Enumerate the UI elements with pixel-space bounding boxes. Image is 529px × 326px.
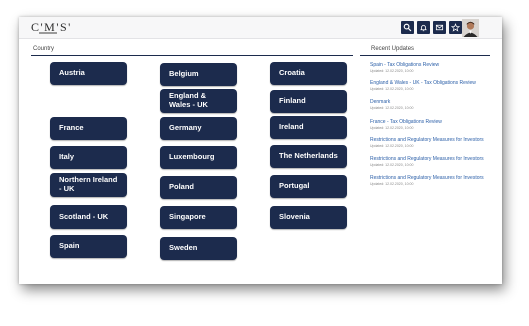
update-item[interactable]: Denmark Updated: 12.02.2020, 10:00	[370, 99, 495, 110]
update-meta: Updated: 12.02.2020, 10:00	[370, 182, 414, 186]
country-button-ireland[interactable]: Ireland	[270, 116, 347, 139]
country-button-luxembourg[interactable]: Luxembourg	[160, 146, 237, 169]
country-section-label: Country	[33, 46, 55, 52]
user-avatar[interactable]	[462, 19, 479, 37]
app-window: C'M'S' Country Recent Updates Austria Fr…	[19, 17, 502, 284]
update-meta: Updated: 12.02.2020, 10:00	[370, 87, 414, 91]
country-button-spain[interactable]: Spain	[50, 235, 127, 258]
top-bar: C'M'S'	[19, 17, 502, 39]
update-title[interactable]: Spain - Tax Obligations Review	[370, 62, 495, 68]
update-item[interactable]: Restrictions and Regulatory Measures for…	[370, 137, 495, 148]
update-meta: Updated: 12.02.2020, 10:00	[370, 163, 414, 167]
update-title[interactable]: Restrictions and Regulatory Measures for…	[370, 137, 495, 143]
update-title[interactable]: Restrictions and Regulatory Measures for…	[370, 175, 495, 181]
country-button-croatia[interactable]: Croatia	[270, 62, 347, 85]
update-meta: Updated: 12.02.2020, 10:00	[370, 69, 414, 73]
country-button-france[interactable]: France	[50, 117, 127, 140]
update-title[interactable]: England & Wales - UK - Tax Obligations R…	[370, 80, 495, 86]
update-item[interactable]: Restrictions and Regulatory Measures for…	[370, 156, 495, 167]
updates-section-label: Recent Updates	[371, 46, 415, 52]
country-button-belgium[interactable]: Belgium	[160, 63, 237, 86]
update-title[interactable]: France - Tax Obligations Review	[370, 119, 495, 125]
update-item[interactable]: France - Tax Obligations Review Updated:…	[370, 119, 495, 130]
country-button-netherlands[interactable]: The Netherlands	[270, 145, 347, 168]
star-icon[interactable]	[449, 21, 462, 34]
updates-divider	[360, 55, 490, 56]
update-meta: Updated: 12.02.2020, 10:00	[370, 126, 414, 130]
update-item[interactable]: Spain - Tax Obligations Review Updated: …	[370, 62, 495, 73]
country-button-portugal[interactable]: Portugal	[270, 175, 347, 198]
bell-icon[interactable]	[417, 21, 430, 34]
mail-icon[interactable]	[433, 21, 446, 34]
country-button-scotland[interactable]: Scotland - UK	[50, 205, 127, 229]
update-item[interactable]: Restrictions and Regulatory Measures for…	[370, 175, 495, 186]
search-icon[interactable]	[401, 21, 414, 34]
update-title[interactable]: Restrictions and Regulatory Measures for…	[370, 156, 495, 162]
country-button-singapore[interactable]: Singapore	[160, 206, 237, 229]
country-button-poland[interactable]: Poland	[160, 176, 237, 199]
country-button-italy[interactable]: Italy	[50, 146, 127, 169]
country-button-finland[interactable]: Finland	[270, 90, 347, 113]
country-divider	[31, 55, 353, 56]
update-item[interactable]: England & Wales - UK - Tax Obligations R…	[370, 80, 495, 91]
country-button-sweden[interactable]: Sweden	[160, 237, 237, 260]
country-button-germany[interactable]: Germany	[160, 117, 237, 140]
logo-underline	[39, 32, 57, 34]
country-button-northern-ireland[interactable]: Northern Ireland - UK	[50, 173, 127, 197]
update-meta: Updated: 12.02.2020, 10:00	[370, 106, 414, 110]
country-button-austria[interactable]: Austria	[50, 62, 127, 85]
country-button-england-wales[interactable]: England & Wales - UK	[160, 89, 237, 113]
update-meta: Updated: 12.02.2020, 10:00	[370, 144, 414, 148]
update-title[interactable]: Denmark	[370, 99, 495, 105]
country-button-slovenia[interactable]: Slovenia	[270, 206, 347, 229]
